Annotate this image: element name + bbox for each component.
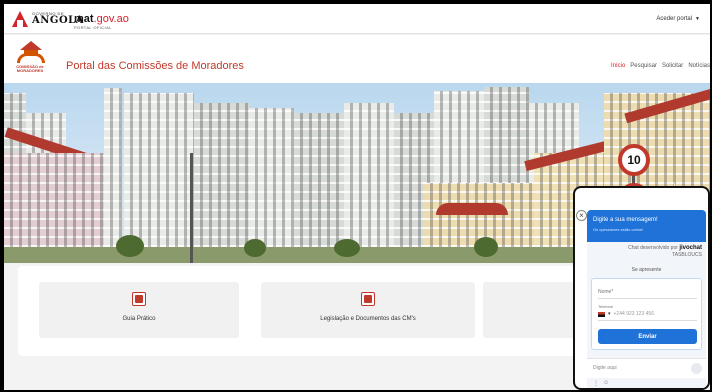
phone-label: Telefone — [598, 304, 614, 309]
close-icon[interactable]: × — [576, 210, 587, 221]
more-options-icon[interactable]: ⋮ — [593, 380, 599, 387]
chat-tools: ⋮ ☺ — [593, 380, 609, 387]
caret-down-icon: ▼ — [695, 16, 700, 22]
card-legislacao-documentos[interactable]: Legislação e Documentos das CM's — [261, 282, 475, 338]
chat-header: Digite a sua mensagem! Os operadores est… — [587, 210, 706, 242]
phone-placeholder: +244 923 123 456 — [613, 311, 654, 317]
chevron-down-icon[interactable]: ▾ — [608, 311, 611, 317]
page-title: Portal das Comissões de Moradores — [66, 60, 244, 72]
browser-page: GOVERNO DE ANGOLA mat.gov.ao PORTAL OFIC… — [4, 4, 710, 390]
card-label: Guia Prático — [122, 316, 156, 322]
nav-item-solicitar[interactable]: Solicitar — [662, 63, 683, 69]
message-placeholder: Digite aqui — [593, 365, 617, 371]
access-portal-label: Aceder portal — [656, 16, 693, 22]
contact-form: Nome* Telefone ▾ +244 923 123 456 Enviar — [591, 278, 702, 350]
mat-logo-subtitle: PORTAL OFICIAL — [74, 25, 112, 30]
logo-text-line2: MORADORES — [16, 68, 44, 74]
send-message-icon[interactable] — [691, 363, 702, 374]
mat-logo-name: mat — [74, 13, 94, 25]
angola-a-icon — [12, 11, 28, 27]
send-button[interactable]: Enviar — [598, 329, 697, 344]
chat-credit: Chat desenvolvido por jivochat TASBLOUCS — [628, 245, 702, 259]
chat-subtitle: Os operadores estão online! — [593, 227, 644, 232]
main-nav: Início Pesquisar Solicitar Notícias — [611, 63, 710, 69]
nav-item-pesquisar[interactable]: Pesquisar — [630, 63, 657, 69]
nav-item-inicio[interactable]: Início — [611, 63, 625, 69]
mat-logo-domain: .gov.ao — [93, 13, 129, 25]
nav-item-noticias[interactable]: Notícias — [688, 63, 710, 69]
angola-flag-icon[interactable] — [598, 311, 605, 317]
pdf-icon — [132, 292, 146, 306]
comissao-moradores-logo[interactable]: COMISSÃO de MORADORES — [10, 39, 50, 79]
emoji-icon[interactable]: ☺ — [603, 380, 609, 387]
chat-intro: Se apresente — [631, 267, 662, 273]
phone-input[interactable]: ▾ +244 923 123 456 — [598, 311, 697, 321]
mat-gov-logo[interactable]: mat.gov.ao PORTAL OFICIAL — [74, 10, 129, 30]
live-chat-widget: Digite a sua mensagem! Os operadores est… — [573, 186, 710, 390]
name-input[interactable]: Nome* — [598, 289, 697, 299]
message-input[interactable]: Digite aqui — [587, 358, 706, 378]
card-guia-pratico[interactable]: Guia Prático — [39, 282, 239, 338]
site-header: COMISSÃO de MORADORES Portal das Comissõ… — [4, 35, 710, 83]
chat-title: Digite a sua mensagem! — [593, 217, 658, 223]
government-top-bar: GOVERNO DE ANGOLA mat.gov.ao PORTAL OFIC… — [4, 4, 710, 34]
chat-body: Chat desenvolvido por jivochat TASBLOUCS… — [587, 242, 706, 388]
folder-icon — [361, 292, 375, 306]
access-portal-dropdown[interactable]: Aceder portal ▼ — [656, 16, 700, 22]
speed-limit-sign: 10 — [618, 144, 650, 176]
jivochat-link[interactable]: jivochat — [679, 245, 702, 251]
gear-arc-icon — [17, 53, 45, 63]
card-label: Legislação e Documentos das CM's — [320, 316, 416, 322]
